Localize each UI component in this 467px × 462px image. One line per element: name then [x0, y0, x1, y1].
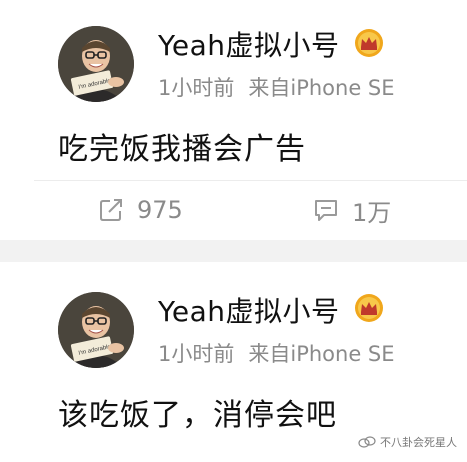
- watermark-text: 不八卦会死星人: [380, 436, 457, 449]
- post-meta: 1小时前 来自iPhone SE: [158, 338, 395, 368]
- username[interactable]: Yeah虚拟小号: [158, 290, 340, 330]
- avatar-image: I'm adorable!: [58, 292, 134, 368]
- watermark-icon: [358, 436, 376, 448]
- feed-post-2[interactable]: I'm adorable! Yeah虚拟小号 1小时前 来自iPhone SE 该…: [0, 262, 467, 462]
- feed-post-1[interactable]: I'm adorable! Yeah虚拟小号 1小时前 来自iPhone SE 吃…: [0, 0, 467, 180]
- feed-separator: [0, 240, 467, 262]
- username[interactable]: Yeah虚拟小号: [158, 24, 340, 64]
- avatar-image: I'm adorable!: [58, 26, 134, 102]
- comment-count: 1万: [352, 198, 392, 227]
- post-time: 1小时前: [158, 76, 235, 100]
- crown-badge-icon[interactable]: [354, 28, 384, 58]
- post-content[interactable]: 吃完饭我播会广告: [58, 124, 306, 168]
- repost-count: 975: [137, 196, 183, 224]
- watermark: 不八卦会死星人: [358, 434, 457, 450]
- post-source[interactable]: 来自iPhone SE: [248, 76, 394, 100]
- repost-button[interactable]: 975: [97, 193, 183, 227]
- post-content[interactable]: 该吃饭了，消停会吧: [58, 390, 337, 434]
- comment-button[interactable]: 1万: [312, 193, 391, 227]
- post-actions: 975 1万: [0, 181, 467, 239]
- post-meta: 1小时前 来自iPhone SE: [158, 72, 395, 102]
- post-time: 1小时前: [158, 342, 235, 366]
- avatar[interactable]: I'm adorable!: [58, 292, 134, 368]
- crown-badge-icon[interactable]: [354, 293, 384, 323]
- repost-icon: [100, 199, 122, 221]
- avatar[interactable]: I'm adorable!: [58, 26, 134, 102]
- post-source[interactable]: 来自iPhone SE: [248, 342, 394, 366]
- comment-icon: [315, 200, 337, 221]
